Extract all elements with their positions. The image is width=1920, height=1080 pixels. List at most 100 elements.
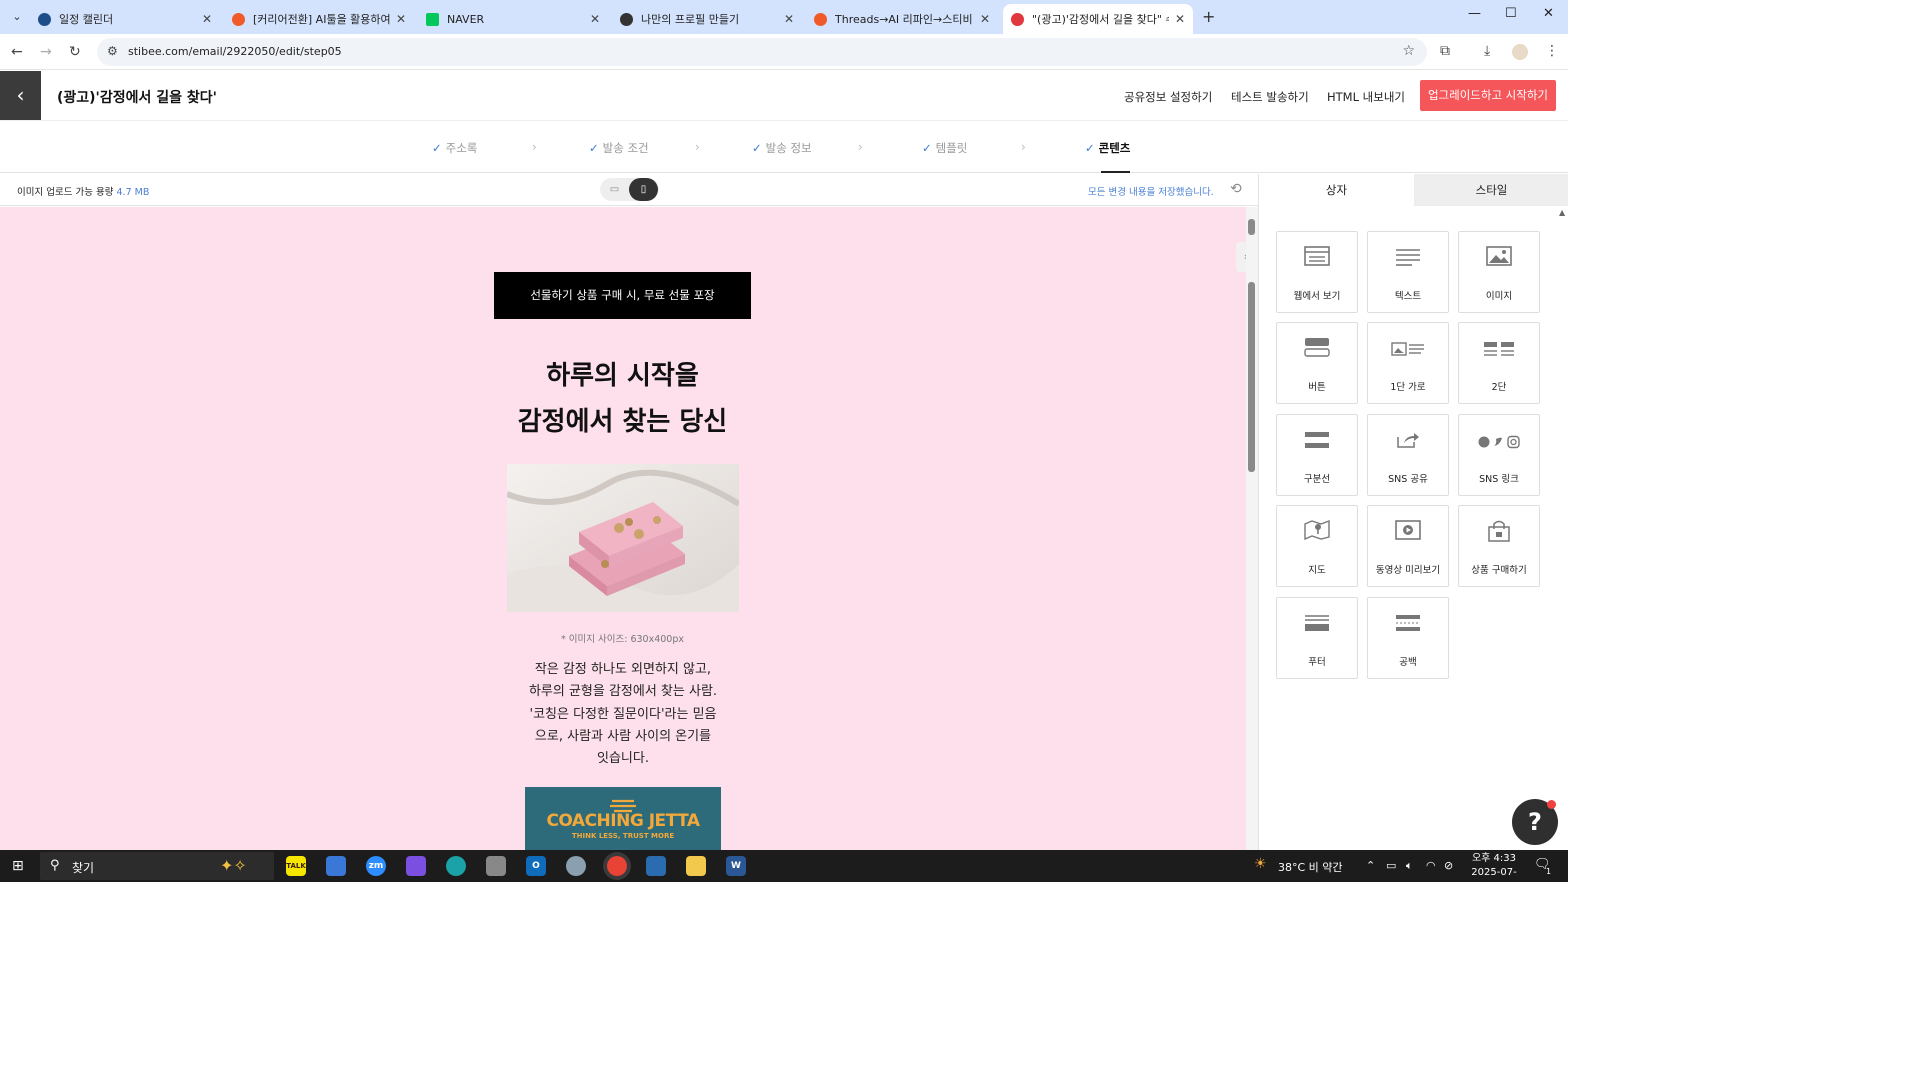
new-tab-button[interactable]: + [1202,7,1215,26]
wifi-icon[interactable]: ◠ [1426,859,1436,872]
spacer-icon [1368,612,1448,640]
scrollbar-thumb-top[interactable] [1248,219,1255,235]
close-tab-icon[interactable]: ✕ [980,12,990,26]
forward-icon[interactable]: → [40,44,52,60]
block-video-preview[interactable]: 동영상 미리보기 [1367,505,1449,587]
taskbar-search[interactable]: ⚲ 찾기 ✦✧ [40,852,274,880]
close-tab-icon[interactable]: ✕ [590,12,600,26]
app3-icon[interactable] [646,856,666,876]
block-divider[interactable]: 구분선 [1276,414,1358,496]
tab-style[interactable]: 스타일 [1414,174,1568,206]
block-footer[interactable]: 푸터 [1276,597,1358,679]
help-button[interactable]: ? [1512,799,1558,845]
step-send-conditions[interactable]: ✓ 발송 조건 [589,140,649,156]
email-headline[interactable]: 하루의 시작을 감정에서 찾는 당신 [460,353,785,445]
url-bar[interactable]: ⚙ stibee.com/email/2922050/edit/step05 ☆ [97,38,1427,66]
block-product-purchase[interactable]: 상품 구매하기 [1458,505,1540,587]
store-icon[interactable] [326,856,346,876]
url-text[interactable]: stibee.com/email/2922050/edit/step05 [128,45,342,58]
notification-dot [1547,800,1556,809]
no-entry-icon[interactable]: ⊘ [1444,859,1453,872]
canvas-scrollbar[interactable] [1246,207,1258,850]
close-tab-icon[interactable]: ✕ [1175,12,1185,26]
explorer-icon[interactable] [686,856,706,876]
upload-capacity: 이미지 업로드 가능 용량 4.7 MB [17,184,149,198]
close-window-icon[interactable]: ✕ [1543,6,1554,21]
minimize-icon[interactable]: — [1468,6,1481,21]
weather-text[interactable]: 38°C 비 약간 [1278,859,1343,875]
step-send-info[interactable]: ✓ 발송 정보 [752,140,812,156]
tab-blocks[interactable]: 상자 [1259,174,1414,206]
browser-menu-icon[interactable]: ⋮ [1545,43,1559,59]
windows-start-icon[interactable]: ⊞ [12,858,24,874]
bookmark-star-icon[interactable]: ☆ [1402,43,1415,59]
volume-icon[interactable]: 🔈︎ [1406,859,1413,873]
browser-tab-active[interactable]: "(광고)'감정에서 길을 찾다" 수 ✕ [1003,4,1193,34]
tab-search-button[interactable]: ⌄ [8,8,26,26]
maximize-icon[interactable]: ☐ [1505,6,1517,21]
browser-tab[interactable]: 나만의 프로필 만들기 ✕ [612,4,802,34]
block-two-column[interactable]: 2단 [1458,322,1540,404]
tray-chevron-icon[interactable]: ⌃ [1366,859,1375,872]
step-content[interactable]: ✓ 콘텐츠 [1085,140,1131,173]
weather-icon[interactable]: ☀ [1254,856,1267,872]
panel-scrollbar[interactable]: ▲ [1558,206,1568,850]
block-map[interactable]: 지도 [1276,505,1358,587]
profile-avatar[interactable] [1512,44,1528,60]
export-html-link[interactable]: HTML 내보내기 [1327,89,1405,105]
block-image[interactable]: 이미지 [1458,231,1540,313]
block-spacer[interactable]: 공백 [1367,597,1449,679]
block-button[interactable]: 버튼 [1276,322,1358,404]
kakaotalk-icon[interactable]: TALK [286,856,306,876]
browser-tab[interactable]: NAVER ✕ [418,4,608,34]
block-image-text-row[interactable]: 1단 가로 [1367,322,1449,404]
outlook-icon[interactable]: O [526,856,546,876]
promo-banner[interactable]: 선물하기 상품 구매 시, 무료 선물 포장 [494,272,751,319]
download-icon[interactable]: ⤓ [1484,43,1490,59]
app-icon[interactable] [486,856,506,876]
edge-icon[interactable] [446,856,466,876]
scroll-up-icon[interactable]: ▲ [1559,208,1565,217]
reload-icon[interactable]: ↻ [69,44,81,60]
chrome-icon[interactable] [607,856,627,876]
block-label: 웹에서 보기 [1293,291,1341,302]
email-canvas[interactable]: 선물하기 상품 구매 시, 무료 선물 포장 하루의 시작을 감정에서 찾는 당… [0,207,1246,850]
test-send-link[interactable]: 테스트 발송하기 [1231,89,1309,105]
back-icon[interactable]: ← [11,44,23,60]
soap-product-image[interactable] [505,464,741,612]
app2-icon[interactable] [566,856,586,876]
step-address-book[interactable]: ✓ 주소록 [432,140,477,156]
block-sns-link[interactable]: SNS 링크 [1458,414,1540,496]
word-icon[interactable]: W [726,856,746,876]
browser-tab[interactable]: [커리어전환] AI툴을 활용하여 ✕ [224,4,414,34]
block-text[interactable]: 텍스트 [1367,231,1449,313]
mobile-view-icon[interactable]: ▯ [629,178,658,201]
browser-tab[interactable]: Threads→AI 리파인→스티비 ✕ [806,4,998,34]
site-info-icon[interactable]: ⚙ [107,44,118,58]
search-icon: ⚲ [50,858,60,873]
close-tab-icon[interactable]: ✕ [202,12,212,26]
calendar-favicon-icon [38,12,51,26]
block-web-view[interactable]: 웹에서 보기 [1276,231,1358,313]
coaching-jetta-logo[interactable]: COACHING JETTA THINK LESS, TRUST MORE [525,787,721,850]
close-tab-icon[interactable]: ✕ [396,12,406,26]
browser-tab[interactable]: 일정 캘린더 ✕ [30,4,220,34]
scrollbar-thumb[interactable] [1248,282,1255,472]
close-tab-icon[interactable]: ✕ [784,12,794,26]
desktop-view-icon[interactable]: ▭ [600,178,629,201]
check-icon: ✓ [589,141,599,155]
step-template[interactable]: ✓ 템플릿 [922,140,967,156]
battery-icon[interactable]: ▭ [1386,859,1396,872]
back-button[interactable]: ‹ [0,71,41,120]
extensions-icon[interactable]: ⧉ [1440,43,1450,59]
clock[interactable]: 오후 4:33 2025-07-29 [1466,852,1522,882]
share-icon [1368,429,1448,457]
copilot-icon[interactable] [406,856,426,876]
footer-icon [1277,612,1357,640]
email-body-text[interactable]: 작은 감정 하나도 외면하지 않고, 하루의 균형을 감정에서 찾는 사람. '… [507,659,739,770]
upgrade-button[interactable]: 업그레이드하고 시작하기 [1420,80,1556,111]
zoom-icon[interactable]: zm [366,856,386,876]
history-icon[interactable]: ⟲ [1230,181,1242,197]
block-sns-share[interactable]: SNS 공유 [1367,414,1449,496]
share-info-link[interactable]: 공유정보 설정하기 [1124,89,1212,105]
